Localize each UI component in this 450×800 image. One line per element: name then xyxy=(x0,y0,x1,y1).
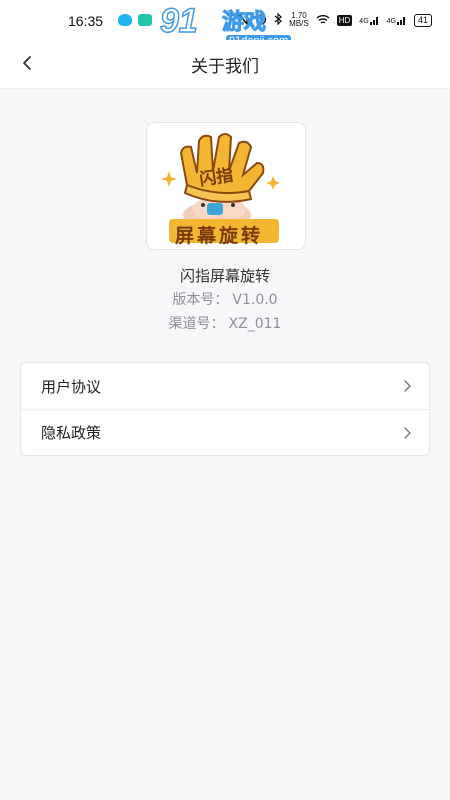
logo-text: 屏幕旋转 xyxy=(175,225,264,247)
version-info: 版本号： V1.0.0 xyxy=(0,289,450,309)
chevron-right-icon xyxy=(404,426,411,439)
hd-badge: HD xyxy=(336,14,353,26)
chevron-right-icon xyxy=(404,380,411,392)
channel-label: 渠道号： xyxy=(168,316,225,332)
channel-value: XZ_011 xyxy=(228,316,282,332)
net-speed: 1.70 MB/S xyxy=(289,12,309,28)
message-icon xyxy=(138,14,152,26)
version-value: V1.0.0 xyxy=(232,292,278,308)
watermark-number: 91 xyxy=(159,1,198,41)
menu-item-label: 用户协议 xyxy=(41,377,102,396)
battery-icon: 41 xyxy=(413,13,432,27)
app-logo: 闪指 屏幕旋转 xyxy=(146,122,306,250)
menu-item-label: 隐私政策 xyxy=(41,424,102,442)
status-bar: 16:35 1.70 MB/S HD 4G 4G 41 91 游戏 xyxy=(0,0,450,47)
page-title: 关于我们 xyxy=(191,57,259,77)
logo-hat-text: 闪指 xyxy=(198,165,235,191)
signal-label-2: 4G xyxy=(386,18,396,25)
qq-icon xyxy=(118,14,132,26)
channel-info: 渠道号： XZ_011 xyxy=(0,313,450,333)
notification-icons xyxy=(118,14,152,26)
nav-bar: 关于我们 xyxy=(0,40,450,89)
settings-menu: 用户协议 隐私政策 xyxy=(20,362,430,456)
menu-item-user-agreement[interactable]: 用户协议 xyxy=(21,363,429,409)
signal-icon: 4G xyxy=(359,15,379,25)
status-time: 16:35 xyxy=(68,13,104,29)
wifi-icon xyxy=(316,14,330,27)
signal-icon-2: 4G xyxy=(387,15,407,25)
watermark-text: 游戏 xyxy=(221,10,267,36)
app-name: 闪指屏幕旋转 xyxy=(179,267,270,285)
net-speed-unit: MB/S xyxy=(289,19,309,28)
menu-item-privacy-policy[interactable]: 隐私政策 xyxy=(21,409,429,455)
signal-label: 4G xyxy=(359,18,369,25)
version-label: 版本号： xyxy=(172,292,229,308)
